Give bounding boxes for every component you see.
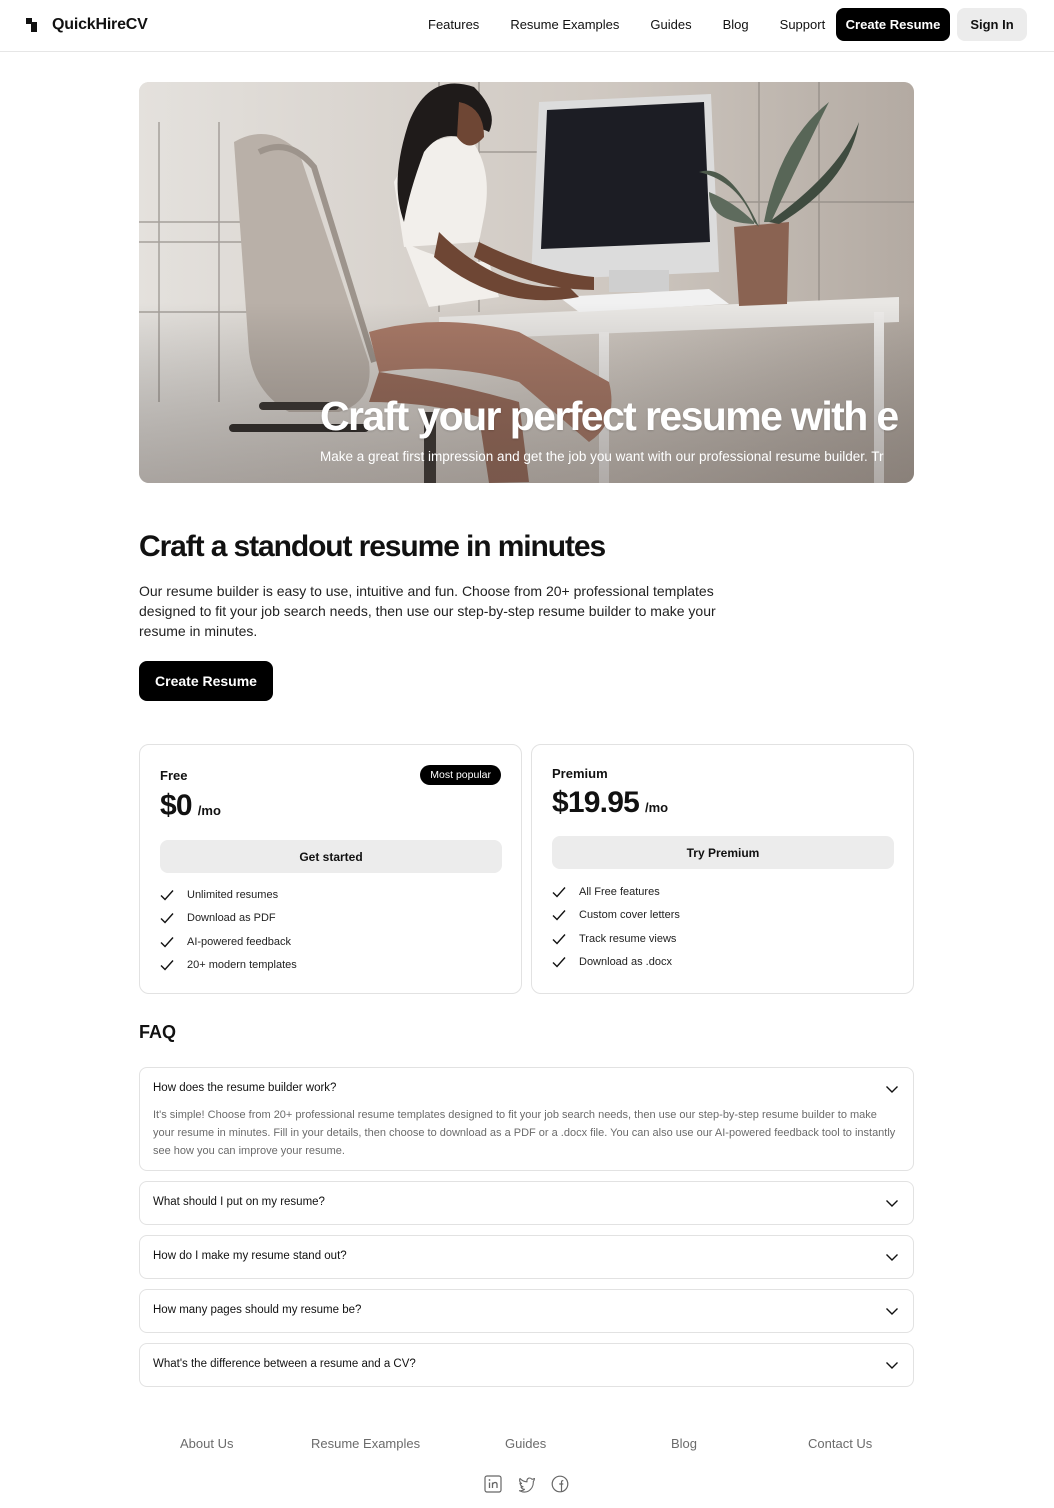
feature-item: Track resume views — [552, 927, 680, 951]
feature-label: AI-powered feedback — [187, 935, 291, 948]
feature-item: 20+ modern templates — [160, 954, 297, 978]
feature-item: AI-powered feedback — [160, 930, 297, 954]
chevron-down-icon[interactable] — [885, 1198, 899, 1208]
price-period: /mo — [644, 800, 669, 815]
feature-label: Download as PDF — [187, 912, 276, 925]
footer-link-guides[interactable]: Guides — [505, 1436, 546, 1451]
chevron-down-icon[interactable] — [885, 1252, 899, 1262]
get-started-button[interactable]: Get started — [160, 840, 502, 873]
linkedin-icon[interactable] — [484, 1475, 502, 1493]
faq-heading: FAQ — [139, 1022, 177, 1042]
plan-price: $19.95 /mo — [552, 786, 668, 820]
feature-label: All Free features — [579, 885, 660, 898]
nav-link-support[interactable]: Support — [780, 17, 826, 32]
faq-question: What's the difference between a resume a… — [153, 1358, 416, 1370]
check-icon — [552, 957, 566, 968]
feature-list: All Free features Custom cover letters T… — [552, 880, 680, 974]
faq-question: What should I put on my resume? — [153, 1196, 325, 1208]
create-resume-button[interactable]: Create Resume — [836, 8, 950, 41]
faq-question: How does the resume builder work? — [153, 1082, 337, 1094]
chevron-down-icon[interactable] — [885, 1306, 899, 1316]
feature-item: Unlimited resumes — [160, 883, 297, 907]
brand-logo[interactable]: QuickHireCV — [26, 16, 148, 34]
check-icon — [552, 933, 566, 945]
try-premium-button[interactable]: Try Premium — [552, 836, 894, 869]
feature-item: Custom cover letters — [552, 904, 680, 928]
faq-item-expanded[interactable]: How does the resume builder work? It's s… — [139, 1067, 914, 1171]
section-description: Our resume builder is easy to use, intui… — [139, 583, 716, 639]
footer-link-blog[interactable]: Blog — [671, 1436, 697, 1451]
faq-item[interactable]: What's the difference between a resume a… — [139, 1343, 914, 1387]
logo-icon — [26, 18, 40, 32]
plan-name: Free — [160, 768, 188, 783]
chevron-down-icon[interactable] — [885, 1084, 899, 1094]
section-title: Craft a standout resume in minutes — [139, 530, 606, 563]
hero-banner: Craft your perfect resume with e Make a … — [139, 82, 914, 483]
check-icon — [552, 886, 566, 898]
nav-link-blog[interactable]: Blog — [723, 17, 749, 32]
faq-question: How many pages should my resume be? — [153, 1304, 362, 1316]
faq-answer: It's simple! Choose from 20+ professiona… — [153, 1109, 896, 1157]
footer-link-about[interactable]: About Us — [180, 1436, 233, 1451]
feature-label: Unlimited resumes — [187, 888, 279, 901]
create-resume-cta-button[interactable]: Create Resume — [139, 661, 273, 701]
plan-name: Premium — [552, 766, 608, 781]
check-icon — [160, 936, 174, 948]
footer-link-resume-examples[interactable]: Resume Examples — [311, 1436, 420, 1451]
pricing-card-free: Free Most popular $0 /mo Get started Unl… — [139, 744, 522, 994]
price-amount: $0 — [160, 789, 193, 822]
top-navbar: QuickHireCV Features Resume Examples Gui… — [0, 0, 1054, 52]
most-popular-badge: Most popular — [420, 765, 501, 785]
price-amount: $19.95 — [552, 786, 640, 819]
feature-item: All Free features — [552, 880, 680, 904]
plan-price: $0 /mo — [160, 789, 221, 823]
feature-item: Download as .docx — [552, 951, 680, 975]
pricing-card-premium: Premium $19.95 /mo Try Premium All Free … — [531, 744, 914, 994]
feature-label: Custom cover letters — [579, 909, 680, 922]
faq-item[interactable]: How do I make my resume stand out? — [139, 1235, 914, 1279]
faq-item[interactable]: How many pages should my resume be? — [139, 1289, 914, 1333]
price-period: /mo — [197, 803, 221, 818]
check-icon — [160, 913, 174, 924]
facebook-icon[interactable] — [551, 1475, 569, 1493]
chevron-down-icon[interactable] — [885, 1360, 899, 1370]
brand-name: QuickHireCV — [52, 16, 148, 33]
feature-list: Unlimited resumes Download as PDF AI-pow… — [160, 883, 297, 977]
feature-label: 20+ modern templates — [187, 959, 297, 972]
sign-in-button[interactable]: Sign In — [957, 8, 1027, 41]
feature-label: Download as .docx — [579, 956, 672, 969]
check-icon — [160, 960, 174, 971]
nav-link-resume-examples[interactable]: Resume Examples — [510, 17, 619, 32]
nav-link-features[interactable]: Features — [428, 17, 479, 32]
feature-item: Download as PDF — [160, 907, 297, 931]
check-icon — [160, 889, 174, 901]
faq-question: How do I make my resume stand out? — [153, 1250, 347, 1262]
feature-label: Track resume views — [579, 932, 677, 945]
twitter-icon[interactable] — [518, 1475, 536, 1493]
hero-title: Craft your perfect resume with e — [320, 393, 899, 439]
nav-link-guides[interactable]: Guides — [650, 17, 691, 32]
footer-link-contact[interactable]: Contact Us — [808, 1436, 872, 1451]
check-icon — [552, 910, 566, 921]
hero-subtitle: Make a great first impression and get th… — [320, 449, 884, 464]
faq-item[interactable]: What should I put on my resume? — [139, 1181, 914, 1225]
main-nav: Features Resume Examples Guides Blog Sup… — [428, 17, 825, 32]
